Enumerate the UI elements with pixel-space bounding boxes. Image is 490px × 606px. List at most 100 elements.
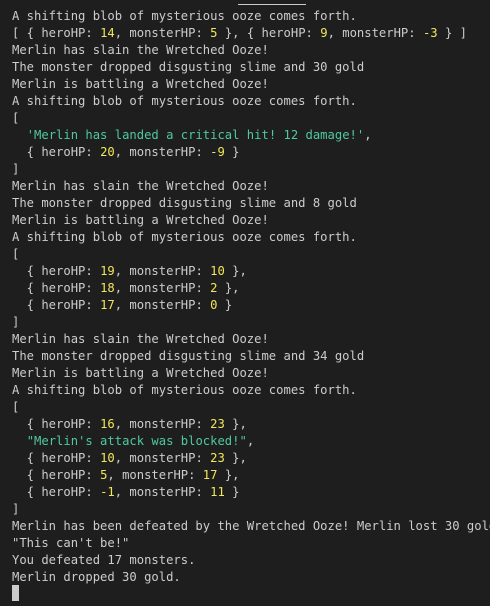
number-token: -1 xyxy=(100,485,115,499)
terminal-line: ] xyxy=(12,161,490,178)
text-token: The monster dropped disgusting slime and… xyxy=(12,196,357,210)
text-token: , monsterHP: xyxy=(114,26,211,40)
text-token: }, xyxy=(217,468,240,482)
terminal-line: ] xyxy=(12,314,490,331)
terminal-line: [ { heroHP: 14, monsterHP: 5 }, { heroHP… xyxy=(12,25,490,42)
number-token: 17 xyxy=(202,468,218,482)
terminal-line: { heroHP: 17, monsterHP: 0 } xyxy=(12,297,490,314)
terminal-line: [ xyxy=(12,110,490,127)
number-token: 9 xyxy=(320,26,328,40)
text-token: } ] xyxy=(437,26,467,40)
text-token: ] xyxy=(12,315,20,329)
terminal-line: Merlin has slain the Wretched Ooze! xyxy=(12,178,490,195)
terminal-line: Merlin has slain the Wretched Ooze! xyxy=(12,331,490,348)
terminal-line: Merlin has slain the Wretched Ooze! xyxy=(12,42,490,59)
text-token: , monsterHP: xyxy=(327,26,423,40)
text-token: , monsterHP: xyxy=(114,451,211,465)
text-token: [ xyxy=(12,400,20,414)
text-token: } xyxy=(224,145,240,159)
text-token: { heroHP: xyxy=(12,468,101,482)
terminal-line: Merlin is battling a Wretched Ooze! xyxy=(12,76,490,93)
terminal-line: "Merlin's attack was blocked!", xyxy=(12,433,490,450)
text-token: { heroHP: xyxy=(12,145,101,159)
text-token: }, xyxy=(217,281,240,295)
text-token: Merlin is battling a Wretched Ooze! xyxy=(12,366,269,380)
number-token: 18 xyxy=(100,281,115,295)
text-token: }, { heroHP: xyxy=(217,26,321,40)
text-token: ] xyxy=(12,162,20,176)
text-token: Merlin has been defeated by the Wretched… xyxy=(12,519,490,533)
terminal-line: The monster dropped disgusting slime and… xyxy=(12,59,490,76)
terminal-line: A shifting blob of mysterious ooze comes… xyxy=(12,382,490,399)
terminal-line: A shifting blob of mysterious ooze comes… xyxy=(12,8,490,25)
scroll-indicator xyxy=(238,4,306,5)
text-token: { heroHP: xyxy=(12,485,101,499)
text-token: Merlin is battling a Wretched Ooze! xyxy=(12,77,269,91)
terminal-line: [ xyxy=(12,246,490,263)
number-token: -9 xyxy=(210,145,225,159)
text-token: , xyxy=(246,434,255,448)
terminal-line: The monster dropped disgusting slime and… xyxy=(12,348,490,365)
number-token: 23 xyxy=(210,451,225,465)
text-token: Merlin has slain the Wretched Ooze! xyxy=(12,332,269,346)
terminal-line: Merlin is battling a Wretched Ooze! xyxy=(12,212,490,229)
terminal-cursor[interactable] xyxy=(12,585,19,601)
text-token: A shifting blob of mysterious ooze comes… xyxy=(12,94,357,108)
terminal-line: { heroHP: 5, monsterHP: 17 }, xyxy=(12,467,490,484)
text-token: You defeated 17 monsters. xyxy=(12,553,196,567)
number-token: 10 xyxy=(100,451,115,465)
text-token: The monster dropped disgusting slime and… xyxy=(12,349,365,363)
number-token: 14 xyxy=(100,26,115,40)
text-token: ] xyxy=(12,502,20,516)
text-token: , monsterHP: xyxy=(107,468,203,482)
text-token: Merlin dropped 30 gold. xyxy=(12,570,181,584)
terminal-line: { heroHP: 19, monsterHP: 10 }, xyxy=(12,263,490,280)
text-token: "This can't be!" xyxy=(12,536,130,550)
text-token: { heroHP: xyxy=(12,281,101,295)
text-token: , monsterHP: xyxy=(114,264,211,278)
text-token: }, xyxy=(224,264,247,278)
text-token: [ xyxy=(12,111,20,125)
text-token: , monsterHP: xyxy=(114,485,211,499)
terminal-line: [ xyxy=(12,399,490,416)
number-token: 23 xyxy=(210,417,225,431)
text-token: Merlin has slain the Wretched Ooze! xyxy=(12,43,269,57)
terminal-line: { heroHP: 10, monsterHP: 23 }, xyxy=(12,450,490,467)
text-token: } xyxy=(217,298,233,312)
terminal-line: Merlin is battling a Wretched Ooze! xyxy=(12,365,490,382)
terminal-line: "This can't be!" xyxy=(12,535,490,552)
number-token: 11 xyxy=(210,485,225,499)
terminal-line: ] xyxy=(12,501,490,518)
text-token: } xyxy=(224,485,240,499)
text-token: { heroHP: xyxy=(12,298,101,312)
text-token: Merlin has slain the Wretched Ooze! xyxy=(12,179,269,193)
terminal-line: Merlin has been defeated by the Wretched… xyxy=(12,518,490,535)
text-token: { heroHP: xyxy=(12,451,101,465)
text-token: { heroHP: xyxy=(12,264,101,278)
terminal-line: A shifting blob of mysterious ooze comes… xyxy=(12,93,490,110)
text-token: { heroHP: xyxy=(12,417,101,431)
number-token: 17 xyxy=(100,298,115,312)
string-token: 'Merlin has landed a critical hit! 12 da… xyxy=(26,128,365,142)
text-token: A shifting blob of mysterious ooze comes… xyxy=(12,230,357,244)
text-token: , xyxy=(364,128,372,142)
text-token: The monster dropped disgusting slime and… xyxy=(12,60,365,74)
terminal-line: { heroHP: 18, monsterHP: 2 }, xyxy=(12,280,490,297)
terminal-line: { heroHP: 20, monsterHP: -9 } xyxy=(12,144,490,161)
number-token: 16 xyxy=(100,417,115,431)
text-token: [ xyxy=(12,247,20,261)
terminal-line: The monster dropped disgusting slime and… xyxy=(12,195,490,212)
text-token: A shifting blob of mysterious ooze comes… xyxy=(12,9,357,23)
text-token: A shifting blob of mysterious ooze comes… xyxy=(12,383,357,397)
text-token: [ { heroHP: xyxy=(12,26,101,40)
terminal-line: A shifting blob of mysterious ooze comes… xyxy=(12,229,490,246)
text-token: , monsterHP: xyxy=(114,417,211,431)
text-token: , monsterHP: xyxy=(114,281,211,295)
terminal-output[interactable]: A shifting blob of mysterious ooze comes… xyxy=(12,8,490,586)
number-token: 10 xyxy=(210,264,225,278)
text-token: Merlin is battling a Wretched Ooze! xyxy=(12,213,269,227)
text-token: , monsterHP: xyxy=(114,298,211,312)
text-token: }, xyxy=(224,451,247,465)
